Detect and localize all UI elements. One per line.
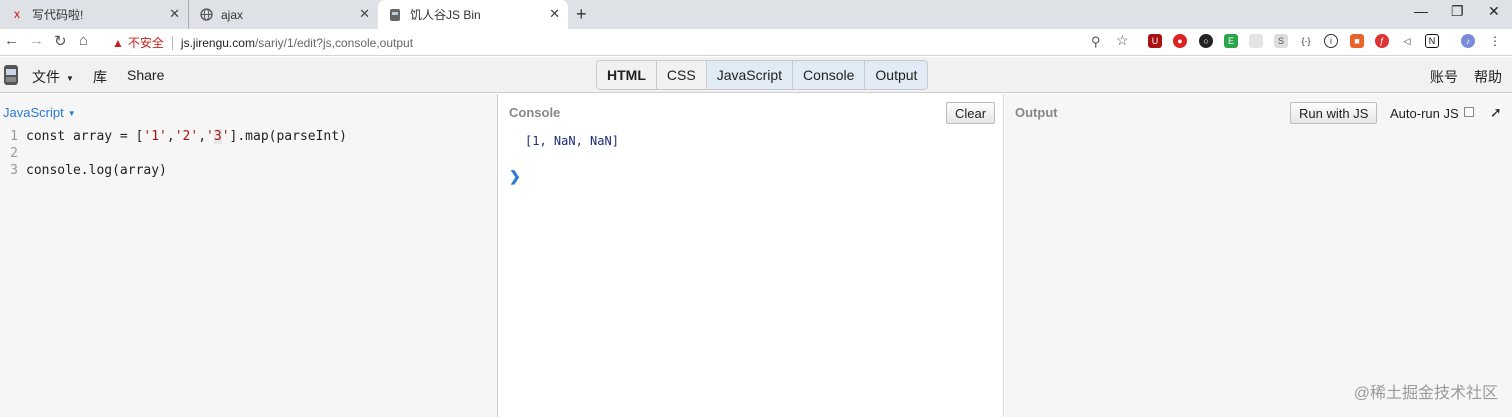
- blank-icon[interactable]: [1249, 34, 1263, 48]
- tab-title: 饥人谷JS Bin: [410, 8, 481, 22]
- restore-icon[interactable]: ❐: [1451, 3, 1464, 20]
- evernote-icon[interactable]: E: [1224, 34, 1238, 48]
- line-number: 2: [10, 146, 18, 161]
- menu-file[interactable]: 文件 ▼: [32, 67, 74, 87]
- code-text: const array = ['1','2','3'].map(parseInt…: [26, 129, 347, 144]
- address-bar[interactable]: ▲ 不安全 js.jirengu.com/sariy/1/edit?js,con…: [104, 31, 1140, 54]
- code-text: console.log(array): [26, 163, 167, 178]
- s-icon[interactable]: S: [1274, 34, 1288, 48]
- line-number: 3: [10, 163, 18, 178]
- code-line: 3 console.log(array): [0, 162, 347, 179]
- close-icon[interactable]: ✕: [169, 6, 180, 22]
- jsbin-icon: [388, 8, 402, 22]
- code-line: 1 const array = ['1','2','3'].map(parseIn…: [0, 128, 347, 145]
- output-label: Output: [1015, 105, 1058, 120]
- tab-output[interactable]: Output: [864, 61, 928, 89]
- tab-html[interactable]: HTML: [597, 61, 656, 89]
- chevron-down-icon: ▼: [67, 109, 76, 119]
- xiedaima-icon: X: [13, 9, 20, 20]
- extension-orange-icon[interactable]: ■: [1350, 34, 1364, 48]
- console-prompt-icon[interactable]: ❯: [509, 168, 521, 185]
- browser-tab-active[interactable]: 饥人谷JS Bin ✕: [378, 0, 568, 29]
- menu-library[interactable]: 库: [93, 67, 107, 87]
- console-panel: Console Clear [1, NaN, NaN] ❯: [499, 94, 1004, 417]
- browser-tab-strip: X 写代码啦! ✕ ajax ✕ 饥人谷JS Bin ✕ + — ❐ ✕: [0, 0, 1512, 29]
- back-icon[interactable]: ←: [4, 32, 19, 49]
- language-label: JavaScript: [3, 105, 64, 120]
- info-icon[interactable]: i: [1324, 34, 1338, 48]
- flash-icon[interactable]: ƒ: [1375, 34, 1389, 48]
- profile-avatar-icon[interactable]: ♪: [1461, 34, 1475, 48]
- forward-icon[interactable]: →: [29, 32, 44, 49]
- clear-button[interactable]: Clear: [946, 102, 996, 124]
- globe-icon: [199, 8, 213, 22]
- tab-css[interactable]: CSS: [655, 61, 706, 89]
- reload-icon[interactable]: ↻: [54, 32, 67, 50]
- new-tab-icon[interactable]: +: [576, 4, 587, 25]
- tab-title: 写代码啦!: [32, 8, 84, 22]
- recorder-icon[interactable]: ○: [1199, 34, 1213, 48]
- tab-console[interactable]: Console: [792, 61, 865, 89]
- watermark: @稀土掘金技术社区: [1353, 385, 1498, 402]
- autorun-label: Auto-run JS: [1390, 106, 1459, 121]
- panel-toggle-group: HTML CSS JavaScript Console Output: [596, 60, 929, 90]
- divider: [171, 35, 173, 50]
- adblock-icon[interactable]: ●: [1173, 34, 1187, 48]
- minimize-icon[interactable]: —: [1414, 3, 1428, 19]
- home-icon[interactable]: ⌂: [79, 32, 88, 49]
- tab-title: ajax: [221, 7, 244, 22]
- autorun-toggle[interactable]: Auto-run JS: [1390, 106, 1474, 121]
- close-icon[interactable]: ✕: [549, 6, 560, 22]
- console-label: Console: [509, 105, 561, 120]
- output-panel: Output Run with JS Auto-run JS ➚: [1005, 94, 1512, 417]
- code-icon[interactable]: {·}: [1299, 34, 1313, 48]
- url-host: js.jirengu.com: [180, 35, 255, 50]
- jsbin-logo-icon[interactable]: [3, 63, 19, 87]
- security-status: 不安全: [127, 36, 164, 50]
- code-editor[interactable]: 1 const array = ['1','2','3'].map(parseIn…: [0, 128, 347, 179]
- menu-account[interactable]: 账号: [1430, 67, 1458, 87]
- zoom-icon[interactable]: ⚲: [1091, 34, 1101, 50]
- tab-javascript[interactable]: JavaScript: [705, 61, 793, 89]
- menu-help[interactable]: 帮助: [1474, 67, 1502, 87]
- popout-arrow-icon[interactable]: ➚: [1490, 104, 1502, 121]
- menu-file-label: 文件: [32, 69, 60, 85]
- close-icon[interactable]: ✕: [359, 6, 370, 22]
- close-window-icon[interactable]: ✕: [1488, 3, 1500, 20]
- url-path: /sariy/1/edit?js,console,output: [254, 35, 414, 50]
- chevron-down-icon: ▼: [66, 73, 74, 83]
- browser-tab[interactable]: X 写代码啦! ✕: [0, 0, 188, 29]
- line-number: 1: [10, 129, 18, 144]
- console-output: [1, NaN, NaN]: [525, 134, 619, 148]
- bookmark-star-icon[interactable]: ☆: [1116, 32, 1129, 49]
- ublock-icon[interactable]: U: [1148, 34, 1162, 48]
- code-line: 2: [0, 145, 347, 162]
- notion-icon[interactable]: N: [1425, 34, 1439, 48]
- jsbin-control-bar: 文件 ▼ 库 Share HTML CSS JavaScript Console …: [0, 57, 1512, 93]
- kebab-menu-icon[interactable]: ⋮: [1488, 34, 1502, 48]
- run-with-js-button[interactable]: Run with JS: [1290, 102, 1378, 124]
- autorun-checkbox[interactable]: [1463, 106, 1474, 117]
- speaker-icon[interactable]: ◁: [1400, 34, 1414, 48]
- javascript-panel: JavaScript ▼ 1 const array = ['1','2','3']…: [0, 94, 498, 417]
- language-selector[interactable]: JavaScript ▼: [3, 105, 76, 120]
- warning-icon: ▲: [112, 35, 124, 50]
- menu-share[interactable]: Share: [127, 67, 164, 83]
- browser-tab[interactable]: ajax ✕: [188, 0, 378, 29]
